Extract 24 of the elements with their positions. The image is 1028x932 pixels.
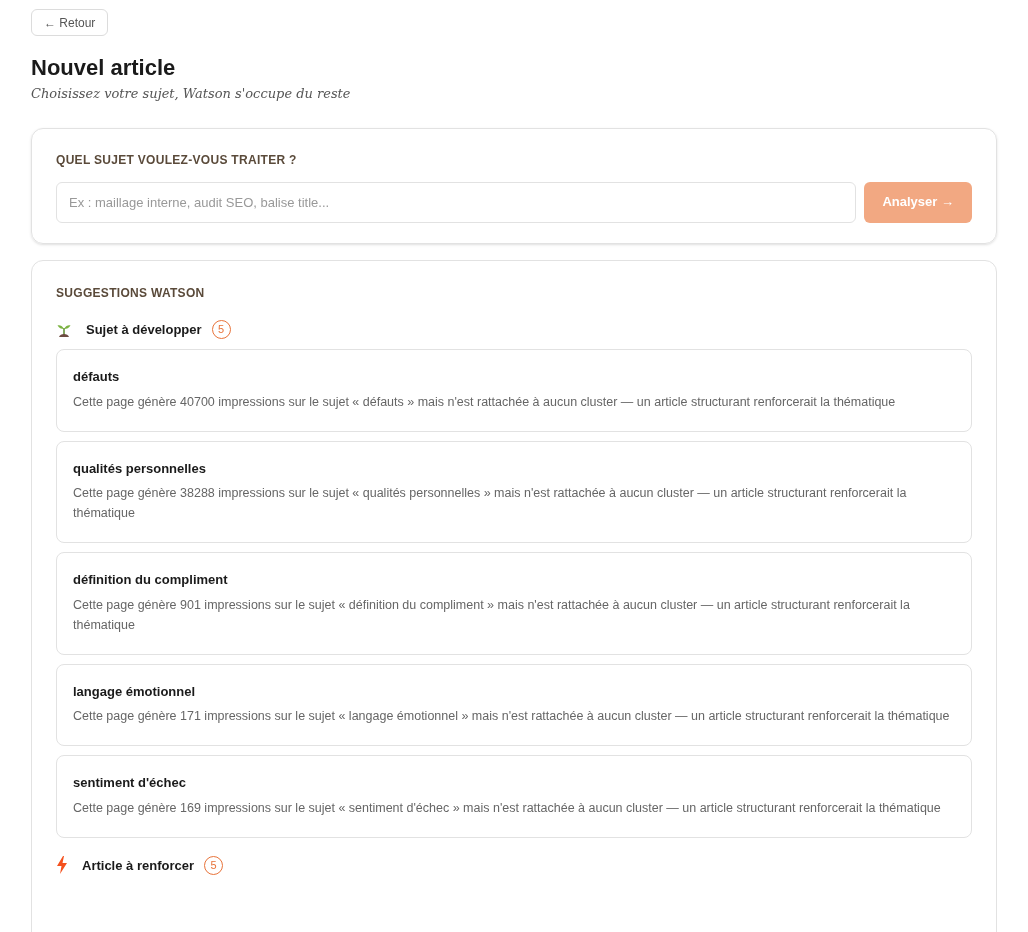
suggestion-description: Cette page génère 169 impressions sur le sujet « sentiment d'échec » mais n'est rattachée à aucun cluster — un article structurant renforcerait la thématique: [73, 799, 942, 817]
suggestion-description: Cette page génère 38288 impressions sur le sujet « qualités personnelles » mais n'est rattachée à aucun cluster — un article structurant renforcerait la thématique: [73, 485, 908, 522]
suggestion-title: défauts: [73, 368, 121, 386]
suggestion-description: Cette page génère 901 impressions sur le sujet « définition du compliment » mais n'est rattachée à aucun cluster — un article structurant renforcerait la thématique: [73, 596, 911, 634]
page-subtitle: Choisissez votre sujet, Watson s'occupe du reste: [31, 85, 352, 103]
suggestion-card[interactable]: sentiment d'échec Cette page génère 169 impressions sur le sujet « sentiment d'échec » mais n'est rattachée à aucun cluster — un article structurant renforcerait la thématique: [56, 755, 972, 838]
suggestion-card[interactable]: défauts Cette page génère 40700 impressions sur le sujet « défauts » mais n'est rattachée à aucun cluster — un article structurant renforcerait la thématique: [56, 349, 972, 432]
suggestion-description: Cette page génère 171 impressions sur le sujet « langage émotionnel » mais n'est rattachée à aucun cluster — un article structurant renforcerait la thématique: [73, 708, 951, 725]
topic-label: QUEL SUJET VOULEZ-VOUS TRAITER ?: [56, 151, 298, 169]
suggestion-title: sentiment d'échec: [73, 774, 187, 792]
suggestion-card[interactable]: définition du compliment Cette page génère 901 impressions sur le sujet « définition du compliment » mais n'est rattachée à aucun cluster — un article structurant renforcerait la thématique: [56, 552, 972, 655]
suggestion-title: qualités personnelles: [73, 459, 207, 478]
suggestion-card[interactable]: langage émotionnel Cette page génère 171 impressions sur le sujet « langage émotionnel » mais n'est rattachée à aucun cluster — un article structurant renforcerait la thématique: [56, 663, 972, 746]
group-title: Article à renforcer: [82, 856, 194, 875]
topic-input-field[interactable]: Ex : maillage interne, audit SEO, balise title...: [56, 181, 857, 223]
lightning-icon: [56, 856, 68, 875]
suggestion-card[interactable]: qualités personnelles Cette page génère 38288 impressions sur le sujet « qualités personnelles » mais n'est rattachée à aucun cluster — un article structurant renforcerait la thématique: [56, 440, 972, 543]
back-button[interactable]: ← Retour: [31, 9, 109, 36]
suggestion-title: définition du compliment: [73, 571, 229, 589]
suggestions-title: SUGGESTIONS WATSON: [56, 284, 206, 302]
suggestion-title: langage émotionnel: [73, 682, 197, 701]
suggestion-description: Cette page génère 40700 impressions sur le sujet « défauts » mais n'est rattachée à aucun cluster — un article structurant renforcerait la thématique: [73, 393, 897, 411]
page-title: Nouvel article: [31, 54, 177, 82]
group-title: Sujet à développer: [86, 320, 202, 339]
